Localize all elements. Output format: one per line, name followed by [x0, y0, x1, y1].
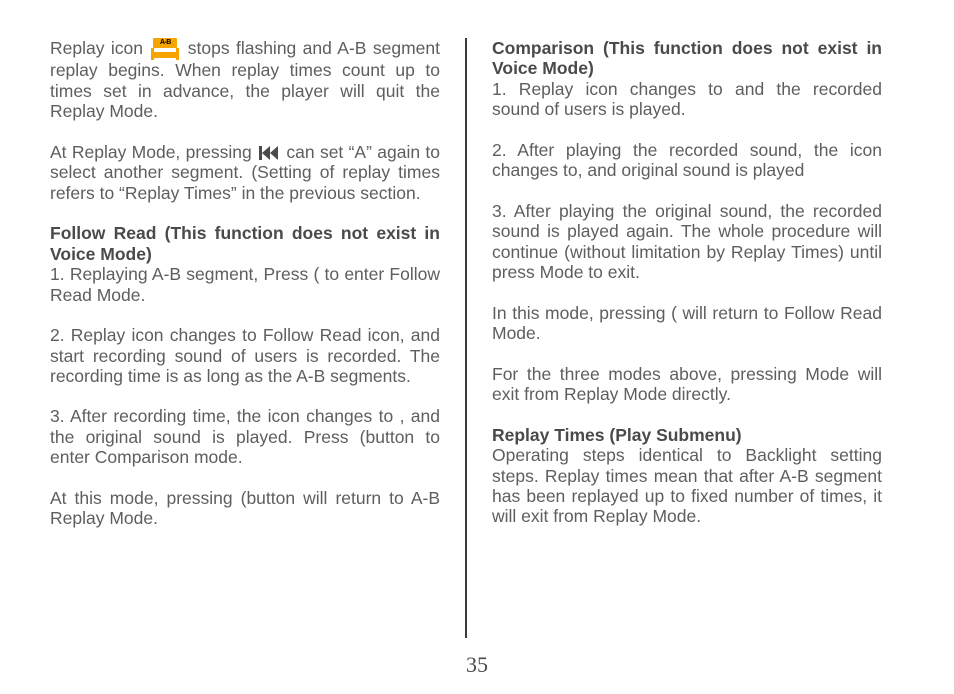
body-text: 1. Replay icon changes to and the record… [492, 79, 882, 119]
section: Follow Read (This function does not exis… [50, 223, 440, 305]
paragraph: In this mode, pressing ( will return to … [492, 303, 882, 344]
body-text: 2. Replay icon changes to Follow Read ic… [50, 325, 440, 386]
manual-page: Replay icon A-B stops flashing and A-B s… [0, 0, 954, 694]
body-text: Replay icon [50, 38, 149, 58]
ab-replay-icon: A-B [151, 38, 179, 60]
section: Replay Times (Play Submenu) Operating st… [492, 425, 882, 527]
right-column: Comparison (This function does not exist… [472, 38, 882, 648]
body-text: 1. Replaying A-B segment, Press ( to ent… [50, 264, 440, 304]
section-heading: Replay Times (Play Submenu) [492, 425, 742, 445]
column-divider [465, 38, 467, 638]
ab-icon-label: A-B [153, 38, 177, 48]
paragraph: 3. After recording time, the icon change… [50, 406, 440, 467]
body-text: In this mode, pressing ( will return to … [492, 303, 882, 343]
body-text: 3. After playing the original sound, the… [492, 201, 882, 282]
left-column: Replay icon A-B stops flashing and A-B s… [50, 38, 460, 648]
body-text: At this mode, pressing (button will retu… [50, 488, 440, 528]
ab-icon-bottom [151, 48, 179, 60]
body-text: 3. After recording time, the icon change… [50, 406, 440, 467]
body-text: At Replay Mode, pressing [50, 142, 257, 162]
previous-track-icon [259, 146, 279, 160]
paragraph: 2. Replay icon changes to Follow Read ic… [50, 325, 440, 386]
body-text: Operating steps identical to Backlight s… [492, 445, 882, 526]
paragraph: 3. After playing the original sound, the… [492, 201, 882, 283]
paragraph: At Replay Mode, pressing can set “A” aga… [50, 142, 440, 203]
section: Comparison (This function does not exist… [492, 38, 882, 120]
two-column-layout: Replay icon A-B stops flashing and A-B s… [50, 38, 904, 648]
body-text: 2. After playing the recorded sound, the… [492, 140, 882, 180]
paragraph: For the three modes above, pressing Mode… [492, 364, 882, 405]
paragraph: At this mode, pressing (button will retu… [50, 488, 440, 529]
paragraph: Replay icon A-B stops flashing and A-B s… [50, 38, 440, 122]
paragraph: 2. After playing the recorded sound, the… [492, 140, 882, 181]
page-number: 35 [0, 652, 954, 678]
section-heading: Comparison (This function does not exist… [492, 38, 882, 78]
body-text: For the three modes above, pressing Mode… [492, 364, 882, 404]
section-heading: Follow Read (This function does not exis… [50, 223, 440, 263]
